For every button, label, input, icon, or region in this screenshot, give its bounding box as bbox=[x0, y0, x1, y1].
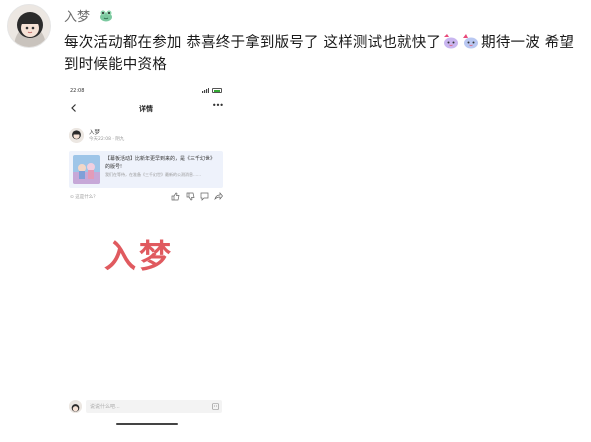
cute-emoji-icon bbox=[444, 34, 459, 49]
author-avatar[interactable] bbox=[7, 4, 51, 48]
action-bar: ⊙ 这是什么？ bbox=[64, 192, 228, 202]
like-icon[interactable] bbox=[171, 192, 180, 201]
emoji-picker-icon[interactable] bbox=[212, 403, 219, 410]
nav-title: 详情 bbox=[139, 105, 153, 113]
post-text: 每次活动都在参加 恭喜终于拿到版号了 这样测试也就快了 期待一波 希望到时候能中… bbox=[64, 32, 578, 76]
more-options-icon[interactable]: ••• bbox=[212, 101, 224, 110]
frog-badge-icon bbox=[100, 10, 113, 22]
article-title: 【幕板活动】比新年更早到来的，是《三千幻世》的版号! bbox=[105, 156, 216, 170]
comment-placeholder: 说说什么吧... bbox=[90, 404, 120, 410]
game-art-image bbox=[73, 155, 100, 184]
comment-icon[interactable] bbox=[200, 192, 209, 201]
comment-input-bar: 说说什么吧... bbox=[64, 396, 228, 416]
avatar-image bbox=[8, 5, 50, 47]
linked-article-card[interactable]: 【幕板活动】比新年更早到来的，是《三千幻世》的版号! 我们在等待，在准备《三千幻… bbox=[69, 151, 223, 188]
article-summary: 我们在等待，在准备《三千幻世》最新的公测消息…… bbox=[105, 172, 201, 177]
author-name[interactable]: 入梦 bbox=[64, 6, 90, 25]
inner-post-meta: 今天22:08 · 阴九 bbox=[89, 137, 125, 142]
battery-icon bbox=[212, 88, 222, 93]
share-icon[interactable] bbox=[214, 192, 223, 201]
home-indicator bbox=[116, 423, 178, 425]
handwritten-watermark: 入梦 bbox=[104, 237, 175, 275]
action-info: ⊙ 这是什么？ bbox=[70, 195, 98, 200]
author-row: 入梦 bbox=[64, 6, 114, 25]
attached-screenshot[interactable]: 22:08 详情 ••• 入梦 今天22:08 · 阴九 【幕板活动】比新年更早… bbox=[64, 85, 228, 422]
avatar-image bbox=[69, 128, 84, 143]
inner-avatar[interactable] bbox=[69, 128, 84, 143]
signal-icon bbox=[202, 88, 209, 93]
status-bar: 22:08 bbox=[64, 85, 228, 97]
comment-input[interactable]: 说说什么吧... bbox=[86, 400, 222, 413]
inner-user-name[interactable]: 入梦 bbox=[89, 128, 100, 136]
status-icons bbox=[202, 88, 222, 93]
dislike-icon[interactable] bbox=[186, 192, 195, 201]
avatar-image bbox=[69, 402, 82, 413]
input-avatar bbox=[69, 400, 82, 413]
status-time: 22:08 bbox=[70, 88, 85, 94]
article-thumbnail bbox=[73, 155, 100, 184]
nav-bar: 详情 ••• bbox=[64, 101, 228, 117]
post-text-part1: 每次活动都在参加 恭喜终于拿到版号了 这样测试也就快了 bbox=[64, 35, 442, 51]
cute-emoji-icon bbox=[463, 34, 479, 49]
